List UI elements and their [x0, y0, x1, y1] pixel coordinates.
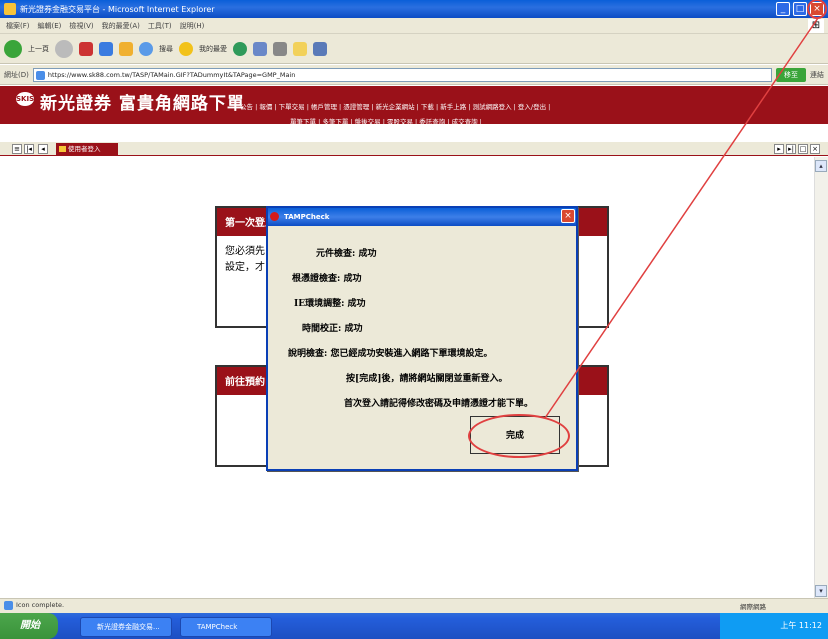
clock: 上午 11:12: [780, 621, 822, 630]
system-tray: 上午 11:12: [720, 613, 828, 639]
taskbar-item-browser[interactable]: 新光證券金融交易...: [80, 617, 172, 637]
ie-page-icon: [4, 601, 13, 610]
status-bar: Icon complete. 網際網路: [0, 598, 828, 613]
zone-text: 網際網路: [740, 603, 766, 611]
start-button[interactable]: 開始: [0, 613, 58, 639]
taskbar-item-tampcheck[interactable]: TAMPCheck: [180, 617, 272, 637]
status-text: Icon complete.: [16, 601, 65, 609]
annotation-line: [544, 0, 827, 419]
